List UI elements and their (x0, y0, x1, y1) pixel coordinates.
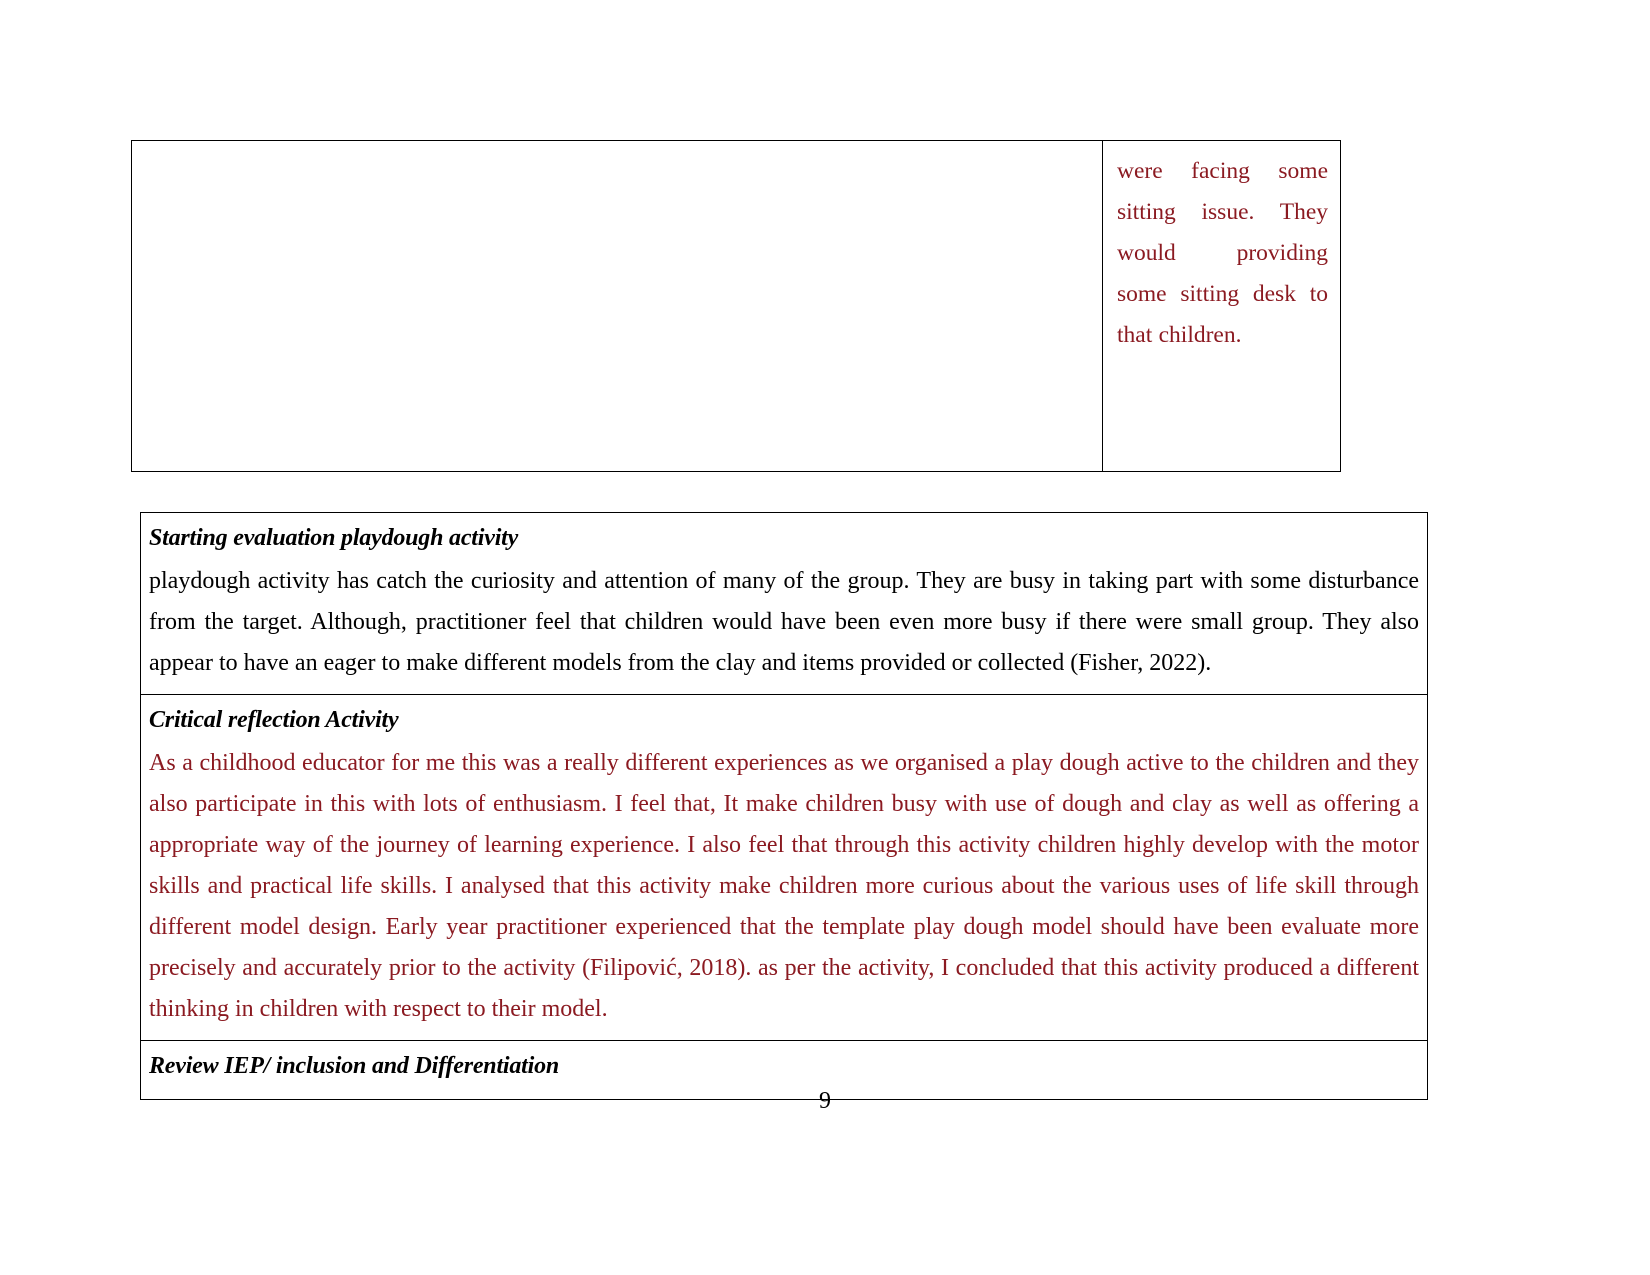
continued-table-right-cell: were facing some sitting issue. They wou… (1102, 140, 1341, 472)
section-heading-critical-reflection: Critical reflection Activity (149, 707, 399, 733)
section-body-starting-evaluation: playdough activity has catch the curiosi… (149, 568, 1419, 676)
document-page: were facing some sitting issue. They wou… (0, 0, 1650, 1275)
continued-table-top: were facing some sitting issue. They wou… (131, 140, 1341, 472)
continued-right-cell-text: were facing some sitting issue. They wou… (1117, 158, 1328, 348)
table-row: Critical reflection Activity As a childh… (140, 694, 1428, 1041)
table-row: were facing some sitting issue. They wou… (131, 140, 1341, 472)
reflection-table: Starting evaluation playdough activity p… (140, 512, 1428, 1100)
section-cell-critical-reflection: Critical reflection Activity As a childh… (140, 694, 1428, 1041)
section-heading-starting-evaluation: Starting evaluation playdough activity (149, 525, 519, 551)
table-row: Starting evaluation playdough activity p… (140, 512, 1428, 695)
continued-table-left-cell (131, 140, 1103, 472)
section-body-critical-reflection: As a childhood educator for me this was … (149, 750, 1419, 1022)
section-cell-starting-evaluation: Starting evaluation playdough activity p… (140, 512, 1428, 695)
section-heading-review-iep: Review IEP/ inclusion and Differentiatio… (149, 1053, 560, 1079)
page-number: 9 (819, 1088, 831, 1114)
